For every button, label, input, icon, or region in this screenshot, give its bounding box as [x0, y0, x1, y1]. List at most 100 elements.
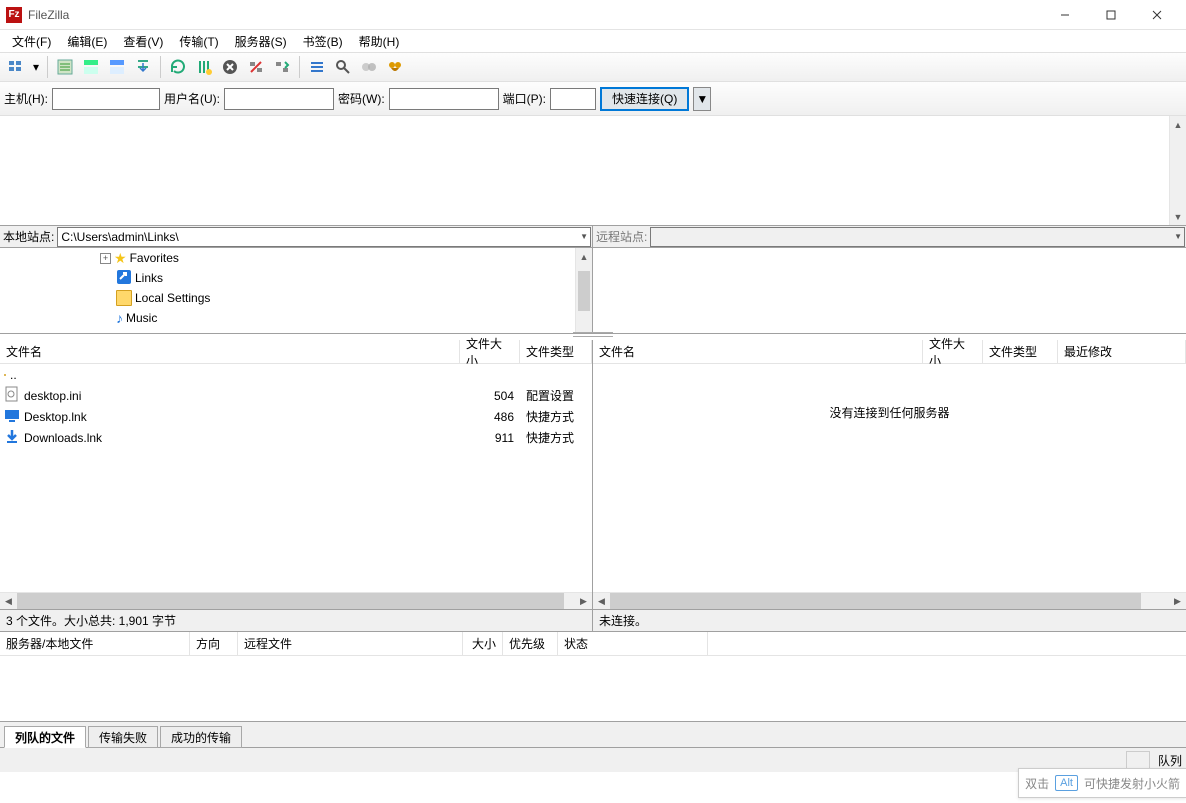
col-direction[interactable]: 方向 — [190, 632, 238, 655]
file-name: desktop.ini — [24, 389, 81, 403]
tree-item-music[interactable]: ♪ Music — [0, 308, 592, 328]
close-button[interactable] — [1134, 0, 1180, 30]
remote-path-bar: 远程站点: ▼ — [593, 226, 1186, 248]
filter-icon[interactable] — [305, 55, 329, 79]
col-type[interactable]: 文件类型 — [520, 340, 592, 363]
folder-icon — [116, 290, 132, 306]
toggle-log-icon[interactable] — [53, 55, 77, 79]
reconnect-icon[interactable] — [270, 55, 294, 79]
remote-tree[interactable] — [593, 248, 1186, 334]
file-row[interactable]: desktop.ini 504 配置设置 — [0, 385, 592, 406]
remote-file-list: 文件名 文件大小 文件类型 最近修改 没有连接到任何服务器 ◀▶ — [593, 340, 1186, 610]
col-remote[interactable]: 远程文件 — [238, 632, 463, 655]
password-input[interactable] — [389, 88, 499, 110]
tree-item-favorites[interactable]: + ★ Favorites — [0, 248, 592, 268]
toolbar: ▾ — [0, 52, 1186, 82]
port-input[interactable] — [550, 88, 596, 110]
star-icon: ★ — [114, 250, 127, 267]
remote-list-body: 没有连接到任何服务器 — [593, 364, 1186, 592]
menubar: 文件(F) 编辑(E) 查看(V) 传输(T) 服务器(S) 书签(B) 帮助(… — [0, 30, 1186, 52]
username-input[interactable] — [224, 88, 334, 110]
local-list-body[interactable]: .. desktop.ini 504 配置设置 Desktop.lnk 486 … — [0, 364, 592, 592]
toggle-queue-icon[interactable] — [131, 55, 155, 79]
remote-site-label: 远程站点: — [593, 228, 650, 245]
hint-post: 可快捷发射小火箭 — [1084, 775, 1180, 792]
remote-hscroll[interactable]: ◀▶ — [593, 592, 1186, 609]
search-icon[interactable] — [331, 55, 355, 79]
ini-icon — [4, 386, 20, 405]
menu-server[interactable]: 服务器(S) — [227, 31, 295, 52]
file-row[interactable]: Downloads.lnk 911 快捷方式 — [0, 427, 592, 448]
host-label: 主机(H): — [4, 90, 48, 107]
tree-item-links[interactable]: Links — [0, 268, 592, 288]
status-split: 3 个文件。大小总共: 1,901 字节 未连接。 — [0, 610, 1186, 632]
refresh-icon[interactable] — [166, 55, 190, 79]
file-name: Desktop.lnk — [24, 410, 87, 424]
file-name: Downloads.lnk — [24, 431, 102, 445]
dropdown-icon[interactable]: ▾ — [30, 55, 42, 79]
col-state[interactable]: 状态 — [558, 632, 708, 655]
col-priority[interactable]: 优先级 — [503, 632, 558, 655]
local-path-combo[interactable]: C:\Users\admin\Links\ ▼ — [57, 227, 591, 247]
menu-edit[interactable]: 编辑(E) — [59, 31, 115, 52]
local-status: 3 个文件。大小总共: 1,901 字节 — [0, 610, 593, 632]
file-type: 快捷方式 — [520, 408, 592, 425]
minimize-button[interactable] — [1042, 0, 1088, 30]
app-icon: Fz — [6, 7, 22, 23]
menu-bookmark[interactable]: 书签(B) — [295, 31, 351, 52]
expand-icon[interactable]: + — [100, 253, 111, 264]
compare-icon[interactable] — [357, 55, 381, 79]
file-size: 486 — [460, 410, 520, 424]
remote-path-combo[interactable]: ▼ — [650, 227, 1185, 247]
user-label: 用户名(U): — [164, 90, 220, 107]
toggle-local-tree-icon[interactable] — [79, 55, 103, 79]
port-label: 端口(P): — [503, 90, 546, 107]
queue-tabs: 列队的文件 传输失败 成功的传输 — [0, 722, 1186, 748]
menu-file[interactable]: 文件(F) — [4, 31, 59, 52]
local-path-bar: 本地站点: C:\Users\admin\Links\ ▼ — [0, 226, 592, 248]
quickconnect-bar: 主机(H): 用户名(U): 密码(W): 端口(P): 快速连接(Q) ▼ — [0, 82, 1186, 116]
tree-label: Favorites — [130, 251, 179, 265]
splitter[interactable] — [0, 331, 1186, 337]
site-manager-icon[interactable] — [4, 55, 28, 79]
tab-failed[interactable]: 传输失败 — [88, 726, 158, 748]
queue-header: 服务器/本地文件 方向 远程文件 大小 优先级 状态 — [0, 632, 1186, 656]
menu-transfer[interactable]: 传输(T) — [171, 31, 226, 52]
tab-success[interactable]: 成功的传输 — [160, 726, 242, 748]
tree-scrollbar[interactable]: ▲▼ — [575, 248, 592, 333]
menu-view[interactable]: 查看(V) — [115, 31, 171, 52]
cancel-icon[interactable] — [218, 55, 242, 79]
host-input[interactable] — [52, 88, 160, 110]
file-size: 504 — [460, 389, 520, 403]
col-size[interactable]: 文件大小 — [460, 340, 520, 363]
file-size: 911 — [460, 431, 520, 445]
tab-queued[interactable]: 列队的文件 — [4, 726, 86, 748]
disconnect-icon[interactable] — [244, 55, 268, 79]
col-name[interactable]: 文件名 — [593, 340, 923, 363]
titlebar: Fz FileZilla — [0, 0, 1186, 30]
col-modified[interactable]: 最近修改 — [1058, 340, 1186, 363]
log-scrollbar[interactable]: ▲▼ — [1169, 116, 1186, 225]
col-qsize[interactable]: 大小 — [463, 632, 503, 655]
local-tree[interactable]: + ★ Favorites Links Local Settings ♪ Mus… — [0, 248, 592, 334]
maximize-button[interactable] — [1088, 0, 1134, 30]
file-row[interactable]: Desktop.lnk 486 快捷方式 — [0, 406, 592, 427]
menu-help[interactable]: 帮助(H) — [351, 31, 408, 52]
col-name[interactable]: 文件名 — [0, 340, 460, 363]
process-queue-icon[interactable] — [192, 55, 216, 79]
hint-overlay: 双击 Alt 可快捷发射小火箭 — [1018, 768, 1186, 798]
col-size[interactable]: 文件大小 — [923, 340, 983, 363]
transfer-queue: 服务器/本地文件 方向 远程文件 大小 优先级 状态 — [0, 632, 1186, 722]
tree-label: Local Settings — [135, 291, 210, 305]
tree-item-localsettings[interactable]: Local Settings — [0, 288, 592, 308]
toggle-remote-tree-icon[interactable] — [105, 55, 129, 79]
col-type[interactable]: 文件类型 — [983, 340, 1058, 363]
file-row-parent[interactable]: .. — [0, 364, 592, 385]
quickconnect-dropdown[interactable]: ▼ — [693, 87, 711, 111]
queue-indicator — [1126, 751, 1150, 769]
link-icon — [116, 269, 132, 288]
local-hscroll[interactable]: ◀▶ — [0, 592, 592, 609]
find-icon[interactable] — [383, 55, 407, 79]
col-server[interactable]: 服务器/本地文件 — [0, 632, 190, 655]
quickconnect-button[interactable]: 快速连接(Q) — [600, 87, 689, 111]
